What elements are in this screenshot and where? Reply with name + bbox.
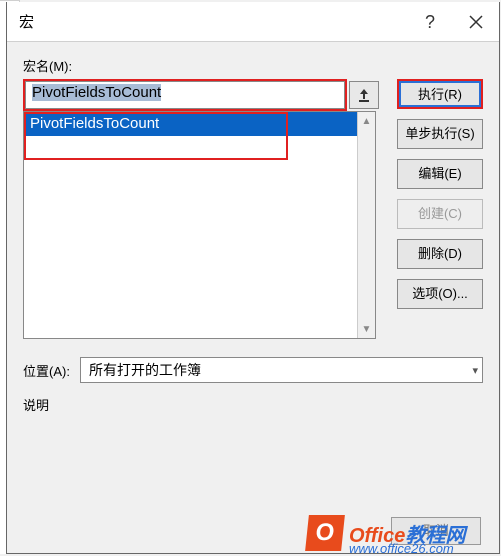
- scroll-down-icon[interactable]: ▼: [358, 320, 375, 338]
- options-button[interactable]: 选项(O)...: [397, 279, 483, 309]
- macro-list[interactable]: PivotFieldsToCount ▲ ▼: [23, 111, 376, 339]
- help-button[interactable]: ?: [407, 2, 453, 42]
- close-icon: [469, 15, 483, 29]
- macro-dialog: 宏 ? 宏名(M): PivotFieldsToCount: [6, 2, 500, 554]
- location-select[interactable]: 所有打开的工作簿 ▾: [80, 357, 483, 383]
- close-button[interactable]: [453, 2, 499, 42]
- dialog-title: 宏: [19, 11, 407, 32]
- list-item[interactable]: PivotFieldsToCount: [24, 112, 357, 136]
- delete-button[interactable]: 删除(D): [397, 239, 483, 269]
- titlebar: 宏 ?: [7, 2, 499, 42]
- location-value: 所有打开的工作簿: [89, 360, 201, 380]
- location-label: 位置(A):: [23, 361, 70, 380]
- edit-button[interactable]: 编辑(E): [397, 159, 483, 189]
- chevron-down-icon: ▾: [472, 364, 478, 377]
- scrollbar[interactable]: ▲ ▼: [357, 112, 375, 338]
- macro-name-input[interactable]: PivotFieldsToCount: [25, 81, 345, 109]
- create-button: 创建(C): [397, 199, 483, 229]
- macro-name-label: 宏名(M):: [23, 56, 483, 75]
- logo-icon: O: [305, 515, 345, 551]
- step-button[interactable]: 单步执行(S): [397, 119, 483, 149]
- description-label: 说明: [23, 395, 483, 414]
- arrow-up-underline-icon: [357, 87, 371, 103]
- reorder-button[interactable]: [349, 81, 379, 109]
- run-button[interactable]: 执行(R): [397, 79, 483, 109]
- cancel-button[interactable]: 取消: [391, 517, 481, 545]
- scroll-up-icon[interactable]: ▲: [358, 112, 375, 130]
